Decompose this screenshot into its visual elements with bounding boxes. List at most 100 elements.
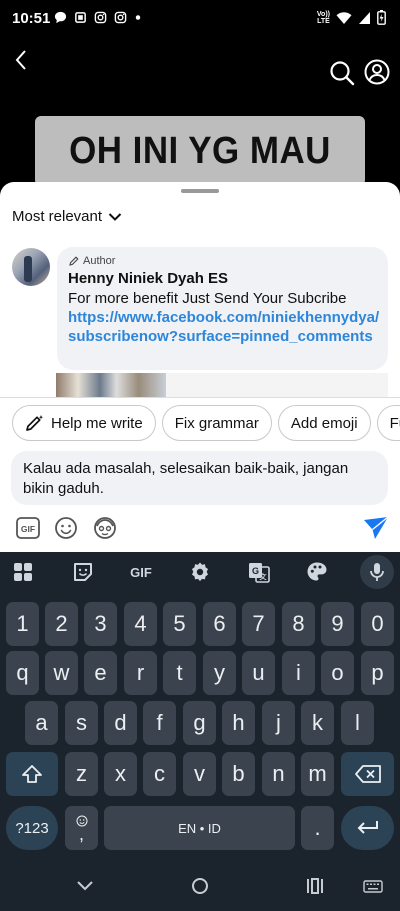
key-g[interactable]: g bbox=[183, 701, 216, 745]
attachment-photo[interactable] bbox=[56, 373, 166, 397]
space-key[interactable]: EN • ID bbox=[104, 806, 295, 850]
key-f[interactable]: f bbox=[143, 701, 176, 745]
comma-key[interactable]: , bbox=[65, 806, 98, 850]
sort-label: Most relevant bbox=[12, 208, 103, 225]
key-y[interactable]: y bbox=[203, 651, 236, 695]
chevron-down-icon bbox=[108, 212, 122, 221]
back-arrow-icon[interactable] bbox=[10, 48, 34, 72]
recents-icon[interactable] bbox=[303, 874, 327, 898]
volte-top: Vo)) bbox=[316, 10, 330, 18]
sort-dropdown[interactable]: Most relevant bbox=[12, 208, 122, 225]
sticker-icon[interactable] bbox=[71, 560, 95, 584]
voice-input-button[interactable] bbox=[360, 555, 394, 589]
key-v[interactable]: v bbox=[183, 752, 216, 796]
keyboard-gif-button[interactable]: GIF bbox=[126, 560, 156, 584]
gear-icon[interactable] bbox=[188, 560, 212, 584]
key-m[interactable]: m bbox=[301, 752, 334, 796]
signal-icon bbox=[359, 11, 370, 24]
keyboard-switch-icon[interactable] bbox=[361, 874, 385, 898]
key-c[interactable]: c bbox=[143, 752, 176, 796]
comments-sheet: Most relevant Author Henny Niniek Dyah E… bbox=[0, 182, 400, 552]
video-caption: OH INI YG MAU bbox=[35, 116, 365, 186]
key-s[interactable]: s bbox=[65, 701, 98, 745]
chip-label: Help me write bbox=[51, 414, 143, 432]
key-p[interactable]: p bbox=[361, 651, 394, 695]
chip-label: Add emoji bbox=[290, 414, 358, 432]
key-j[interactable]: j bbox=[262, 701, 295, 745]
key-1[interactable]: 1 bbox=[6, 602, 39, 646]
key-6[interactable]: 6 bbox=[203, 602, 236, 646]
chip-label: Fix grammar bbox=[174, 414, 259, 432]
comment-link[interactable]: https://www.facebook.com/niniekhennydya/… bbox=[68, 308, 384, 346]
key-7[interactable]: 7 bbox=[242, 602, 275, 646]
key-k[interactable]: k bbox=[301, 701, 334, 745]
profile-icon[interactable] bbox=[364, 59, 390, 85]
palette-icon[interactable] bbox=[305, 560, 329, 584]
key-h[interactable]: h bbox=[222, 701, 255, 745]
key-t[interactable]: t bbox=[163, 651, 196, 695]
apps-grid-icon[interactable] bbox=[11, 560, 35, 584]
key-b[interactable]: b bbox=[222, 752, 255, 796]
send-icon[interactable] bbox=[362, 514, 390, 542]
comment-body: For more benefit Just Send Your Subcribe… bbox=[68, 289, 384, 346]
key-r[interactable]: r bbox=[124, 651, 157, 695]
key-u[interactable]: u bbox=[242, 651, 275, 695]
key-d[interactable]: d bbox=[104, 701, 137, 745]
key-i[interactable]: i bbox=[282, 651, 315, 695]
sheet-drag-handle[interactable] bbox=[181, 189, 219, 193]
divider bbox=[0, 397, 400, 398]
translate-icon[interactable]: G文 bbox=[247, 560, 271, 584]
comment-author-avatar[interactable] bbox=[12, 248, 50, 286]
dot-icon bbox=[135, 15, 141, 20]
key-3[interactable]: 3 bbox=[84, 602, 117, 646]
backspace-key[interactable] bbox=[341, 752, 394, 796]
key-z[interactable]: z bbox=[65, 752, 98, 796]
key-x[interactable]: x bbox=[104, 752, 137, 796]
status-time: 10:51 bbox=[12, 10, 51, 27]
emoji-icon[interactable] bbox=[52, 514, 80, 542]
shift-key[interactable] bbox=[6, 752, 58, 796]
search-icon[interactable] bbox=[329, 60, 355, 86]
key-9[interactable]: 9 bbox=[321, 602, 354, 646]
comment-author-name[interactable]: Henny Niniek Dyah ES bbox=[68, 270, 228, 287]
key-a[interactable]: a bbox=[25, 701, 58, 745]
comment-bubble[interactable]: Author Henny Niniek Dyah ES For more ben… bbox=[57, 247, 388, 370]
key-n[interactable]: n bbox=[262, 752, 295, 796]
chip-help-me-write[interactable]: Help me write bbox=[12, 405, 156, 441]
chip-fix-grammar[interactable]: Fix grammar bbox=[161, 405, 272, 441]
volte-bottom: LTE bbox=[317, 17, 330, 25]
home-circle-icon[interactable] bbox=[188, 874, 212, 898]
microphone-icon bbox=[370, 563, 384, 581]
key-q[interactable]: q bbox=[6, 651, 39, 695]
chip-add-emoji[interactable]: Add emoji bbox=[277, 405, 371, 441]
key-8[interactable]: 8 bbox=[282, 602, 315, 646]
period-key[interactable]: . bbox=[301, 806, 334, 850]
comment-input[interactable]: Kalau ada masalah, selesaikan baik-baik,… bbox=[11, 451, 388, 505]
chip-more[interactable]: Fu bbox=[376, 405, 400, 441]
gif-icon[interactable]: GIF bbox=[14, 514, 42, 542]
square-icon bbox=[75, 12, 86, 23]
status-bar: 10:51 Vo)) LTE bbox=[0, 0, 400, 38]
avatar-sticker-icon[interactable] bbox=[91, 514, 119, 542]
author-badge-label: Author bbox=[83, 255, 116, 267]
key-o[interactable]: o bbox=[321, 651, 354, 695]
key-2[interactable]: 2 bbox=[45, 602, 78, 646]
comment-attachment[interactable] bbox=[56, 373, 388, 397]
comment-input-value[interactable]: Kalau ada masalah, selesaikan baik-baik,… bbox=[23, 459, 378, 499]
key-0[interactable]: 0 bbox=[361, 602, 394, 646]
video-area[interactable]: OH INI YG MAU bbox=[0, 38, 400, 198]
key-w[interactable]: w bbox=[45, 651, 78, 695]
symbols-key[interactable]: ?123 bbox=[6, 806, 58, 850]
svg-text:GIF: GIF bbox=[21, 524, 35, 534]
system-nav-bar bbox=[0, 858, 400, 911]
battery-icon bbox=[377, 10, 386, 25]
pencil-icon bbox=[69, 256, 79, 266]
enter-key[interactable] bbox=[341, 806, 394, 850]
key-l[interactable]: l bbox=[341, 701, 374, 745]
key-5[interactable]: 5 bbox=[163, 602, 196, 646]
keyboard-toolbar: GIF G文 bbox=[0, 552, 400, 592]
key-4[interactable]: 4 bbox=[124, 602, 157, 646]
chevron-down-icon[interactable] bbox=[73, 874, 97, 898]
status-system-icons: Vo)) LTE bbox=[317, 10, 386, 25]
key-e[interactable]: e bbox=[84, 651, 117, 695]
